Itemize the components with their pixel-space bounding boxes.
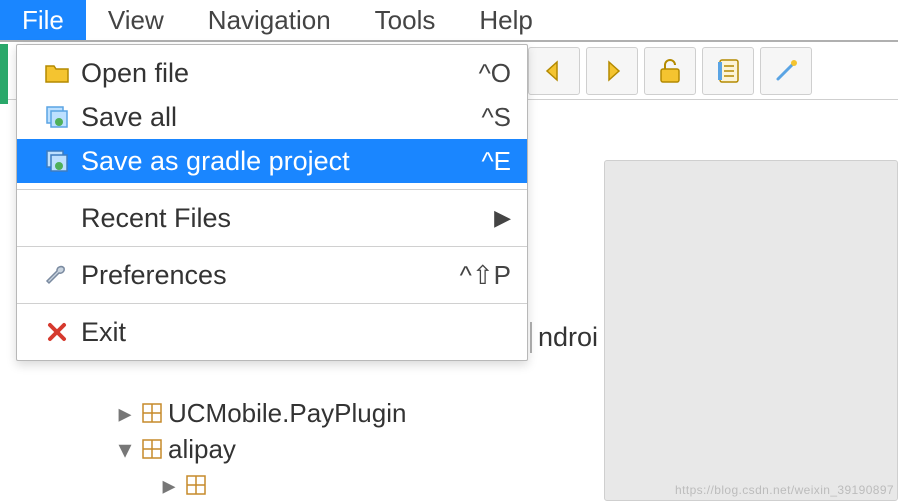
menu-recent-files[interactable]: Recent Files ▶ — [17, 196, 527, 240]
lock-open-button[interactable] — [644, 47, 696, 95]
menu-item-label: Exit — [73, 317, 511, 348]
package-icon — [186, 475, 206, 495]
twist-right-icon: ▸ — [158, 470, 180, 501]
menubar: File View Navigation Tools Help — [0, 0, 898, 42]
submenu-arrow-icon: ▶ — [494, 205, 511, 231]
open-lock-icon — [655, 57, 685, 85]
notebook-icon — [715, 57, 741, 85]
menu-save-all[interactable]: Save all ^S — [17, 95, 527, 139]
twist-down-icon: ▾ — [114, 434, 136, 465]
save-all-icon — [41, 102, 73, 132]
menu-item-label: Save as gradle project — [73, 146, 481, 177]
back-button[interactable] — [528, 47, 580, 95]
menu-preferences[interactable]: Preferences ^⇧P — [17, 253, 527, 297]
menu-navigation[interactable]: Navigation — [186, 0, 353, 40]
menu-help[interactable]: Help — [457, 0, 554, 40]
forward-button[interactable] — [586, 47, 638, 95]
tree-row-ucmobile[interactable]: ▸ UCMobile.PayPlugin — [30, 395, 406, 431]
menu-item-label: Open file — [73, 58, 479, 89]
menu-save-gradle[interactable]: Save as gradle project ^E — [17, 139, 527, 183]
close-icon — [41, 317, 73, 347]
tree-row-child[interactable]: ▸ — [30, 467, 406, 503]
folder-icon — [41, 58, 73, 88]
menu-item-shortcut: ^E — [481, 146, 511, 177]
class-label-fragment: ndroi — [530, 322, 598, 353]
package-tree: ▸ UCMobile.PayPlugin ▾ alipay ▸ — [30, 395, 406, 503]
notes-button[interactable] — [702, 47, 754, 95]
menu-open-file[interactable]: Open file ^O — [17, 51, 527, 95]
twist-right-icon: ▸ — [114, 398, 136, 429]
menu-item-label: Preferences — [73, 260, 460, 291]
menu-item-shortcut: ^O — [479, 58, 511, 89]
watermark-text: https://blog.csdn.net/weixin_39190897 — [675, 483, 894, 497]
arrow-left-icon — [541, 59, 567, 83]
tree-label: UCMobile.PayPlugin — [168, 398, 406, 429]
package-icon — [142, 403, 162, 423]
menu-view[interactable]: View — [86, 0, 186, 40]
edge-marker — [0, 44, 8, 104]
menu-file[interactable]: File — [0, 0, 86, 40]
arrow-right-icon — [599, 59, 625, 83]
menu-exit[interactable]: Exit — [17, 310, 527, 354]
blank-icon — [41, 203, 73, 233]
menu-item-label: Save all — [73, 102, 481, 133]
tree-row-alipay[interactable]: ▾ alipay — [30, 431, 406, 467]
menu-separator — [17, 303, 527, 304]
wand-button[interactable] — [760, 47, 812, 95]
menu-item-label: Recent Files — [73, 203, 494, 234]
tree-label: alipay — [168, 434, 236, 465]
wand-icon — [772, 57, 800, 85]
menu-item-shortcut: ^⇧P — [460, 260, 511, 291]
save-gradle-icon — [41, 146, 73, 176]
wrench-icon — [41, 260, 73, 290]
menu-separator — [17, 246, 527, 247]
file-menu-dropdown: Open file ^O Save all ^S Save as gradle … — [16, 44, 528, 361]
editor-panel — [604, 160, 898, 501]
menu-separator — [17, 189, 527, 190]
menu-tools[interactable]: Tools — [353, 0, 458, 40]
package-icon — [142, 439, 162, 459]
menu-item-shortcut: ^S — [481, 102, 511, 133]
